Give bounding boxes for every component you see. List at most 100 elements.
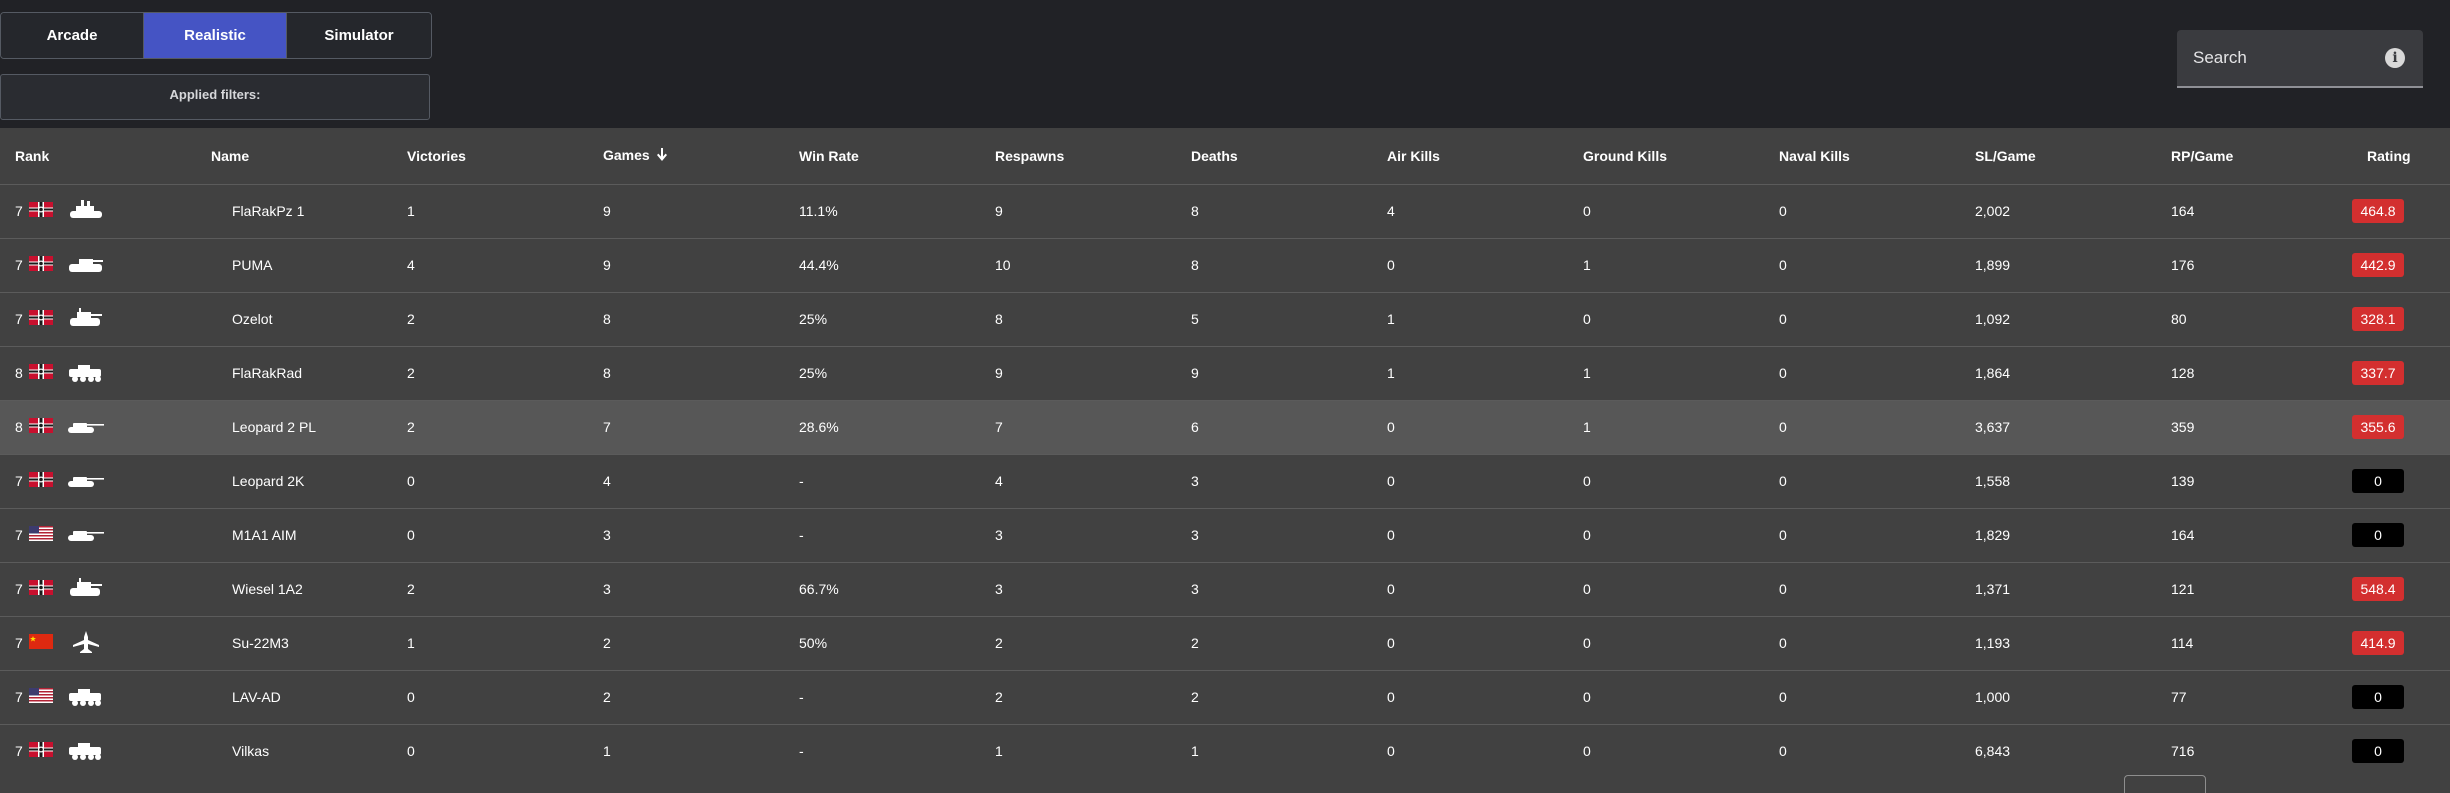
- column-header-respawns[interactable]: Respawns: [980, 128, 1176, 185]
- victories-cell: 0: [392, 670, 588, 725]
- sl-game-cell: 2,002: [1960, 184, 2156, 239]
- vehicle-name[interactable]: LAV-AD: [196, 670, 392, 725]
- win-rate-cell: -: [784, 508, 980, 563]
- column-header-ground-kills[interactable]: Ground Kills: [1568, 128, 1764, 185]
- respawns-cell: 7: [980, 400, 1176, 455]
- victories-cell: 2: [392, 400, 588, 455]
- column-header-label: Respawns: [995, 147, 1065, 164]
- rp-game-cell: 121: [2156, 562, 2352, 617]
- vehicle-name[interactable]: Wiesel 1A2: [196, 562, 392, 617]
- column-header-label: SL/Game: [1975, 147, 2036, 164]
- column-header-sl-game[interactable]: SL/Game: [1960, 128, 2156, 185]
- info-icon[interactable]: i: [2385, 48, 2405, 68]
- sl-game-cell: 1,829: [1960, 508, 2156, 563]
- deaths-cell: 3: [1176, 454, 1372, 509]
- mode-realistic-button[interactable]: Realistic: [144, 13, 287, 58]
- vehicle-name[interactable]: Su-22M3: [196, 616, 392, 671]
- respawns-cell: 3: [980, 508, 1176, 563]
- rating-badge: 464.8: [2352, 199, 2404, 223]
- rank-cell: 7: [0, 454, 196, 509]
- naval-kills-cell: 0: [1764, 292, 1960, 347]
- victories-cell: 0: [392, 508, 588, 563]
- rank-cell: 7: [0, 238, 196, 293]
- rating-cell: 355.6: [2352, 400, 2450, 455]
- vehicle-name[interactable]: Leopard 2 PL: [196, 400, 392, 455]
- victories-cell: 2: [392, 346, 588, 401]
- respawns-cell: 4: [980, 454, 1176, 509]
- deaths-cell: 3: [1176, 508, 1372, 563]
- germany-flag-icon: [28, 418, 53, 436]
- table-row[interactable]: 7 M1A1 AIM 0 3-3 3 0 0 0 1,829 164 0: [0, 508, 2450, 563]
- games-cell: 1: [588, 724, 784, 779]
- rank-value: 7: [15, 311, 23, 327]
- table-row[interactable]: 8 Leopard 2 PL 2 7 28.6% 7 6 0 1 0 3,637 359 355.6: [0, 400, 2450, 455]
- table-row[interactable]: 7 LAV-AD 0 2-2 2 0 0 0 1,000 77 0: [0, 670, 2450, 725]
- table-row[interactable]: 7 Wiesel 1A2 2 3 66.7% 3 3 0 0 0 1,371 121 548.4: [0, 562, 2450, 617]
- table-row[interactable]: 7 Su-22M3 1 2 50% 2 2 0 0 0 1,193 114 414.9: [0, 616, 2450, 671]
- mode-simulator-button[interactable]: Simulator: [287, 13, 431, 58]
- table-row[interactable]: 7 Leopard 2K 0 4-4 3 0 0 0 1,558 139 0: [0, 454, 2450, 509]
- vehicle-name[interactable]: M1A1 AIM: [196, 508, 392, 563]
- rating-badge: 0: [2352, 523, 2404, 547]
- sl-game-cell: 1,193: [1960, 616, 2156, 671]
- column-header-deaths[interactable]: Deaths: [1176, 128, 1372, 185]
- vehicle-name[interactable]: Leopard 2K: [196, 454, 392, 509]
- table-row[interactable]: 7 FlaRakPz 1 1 9 11.1% 9 8 4 0 0 2,002 164 464.8: [0, 184, 2450, 239]
- column-header-games[interactable]: Games: [588, 128, 784, 185]
- mode-arcade-button[interactable]: Arcade: [1, 13, 144, 58]
- naval-kills-cell: 0: [1764, 670, 1960, 725]
- column-header-naval-kills[interactable]: Naval Kills: [1764, 128, 1960, 185]
- germany-flag-icon: [28, 310, 53, 328]
- respawns-cell: 9: [980, 184, 1176, 239]
- germany-flag-icon: [28, 256, 53, 274]
- column-header-air-kills[interactable]: Air Kills: [1372, 128, 1568, 185]
- spaa-vehicle-icon: [59, 199, 105, 224]
- respawns-cell: 2: [980, 670, 1176, 725]
- rating-cell: 464.8: [2352, 184, 2450, 239]
- vehicle-name[interactable]: Vilkas: [196, 724, 392, 779]
- table-row[interactable]: 7 Vilkas 0 1-1 1 0 0 0 6,843 716 0: [0, 724, 2450, 779]
- win-rate-cell: -: [784, 670, 980, 725]
- ground-kills-cell: 1: [1568, 238, 1764, 293]
- games-cell: 8: [588, 292, 784, 347]
- applied-filters-box[interactable]: Applied filters:: [0, 74, 430, 120]
- vehicle-name[interactable]: Ozelot: [196, 292, 392, 347]
- vehicle-name[interactable]: FlaRakPz 1: [196, 184, 392, 239]
- table-row[interactable]: 7 PUMA 4 9 44.4% 10 8 0 1 0 1,899 176 442.9: [0, 238, 2450, 293]
- jet-vehicle-icon: [59, 630, 105, 656]
- column-header-rp-game[interactable]: RP/Game: [2156, 128, 2352, 185]
- vehicle-name[interactable]: PUMA: [196, 238, 392, 293]
- column-header-label: Air Kills: [1387, 147, 1440, 164]
- table-row[interactable]: 8 FlaRakRad 2 8 25% 9 9 1 1 0 1,864 128 337.7: [0, 346, 2450, 401]
- naval-kills-cell: 0: [1764, 562, 1960, 617]
- column-header-name[interactable]: Name: [196, 128, 392, 185]
- rating-cell: 442.9: [2352, 238, 2450, 293]
- column-header-rank[interactable]: Rank: [0, 128, 196, 185]
- rating-cell: 0: [2352, 724, 2450, 779]
- germany-flag-icon: [28, 742, 53, 760]
- vehicle-name[interactable]: FlaRakRad: [196, 346, 392, 401]
- games-cell: 4: [588, 454, 784, 509]
- rank-cell: 7: [0, 724, 196, 779]
- deaths-cell: 2: [1176, 616, 1372, 671]
- sort-descending-icon[interactable]: [656, 147, 668, 165]
- column-header-win-rate[interactable]: Win Rate: [784, 128, 980, 185]
- table-row[interactable]: 7 Ozelot 2 8 25% 8 5 1 0 0 1,092 80 328.1: [0, 292, 2450, 347]
- deaths-cell: 5: [1176, 292, 1372, 347]
- respawns-cell: 8: [980, 292, 1176, 347]
- search-field[interactable]: Search i: [2177, 30, 2423, 88]
- air-kills-cell: 0: [1372, 616, 1568, 671]
- games-cell: 2: [588, 616, 784, 671]
- air-kills-cell: 0: [1372, 670, 1568, 725]
- china-flag-icon: [28, 634, 53, 652]
- rating-cell: 0: [2352, 454, 2450, 509]
- win-rate-cell: 28.6%: [784, 400, 980, 455]
- ground-kills-cell: 0: [1568, 724, 1764, 779]
- column-header-rating[interactable]: Rating: [2352, 128, 2450, 185]
- rows-per-page-select[interactable]: [2124, 775, 2206, 793]
- rank-value: 7: [15, 581, 23, 597]
- win-rate-cell: -: [784, 724, 980, 779]
- rating-badge: 0: [2352, 469, 2404, 493]
- games-cell: 9: [588, 184, 784, 239]
- column-header-victories[interactable]: Victories: [392, 128, 588, 185]
